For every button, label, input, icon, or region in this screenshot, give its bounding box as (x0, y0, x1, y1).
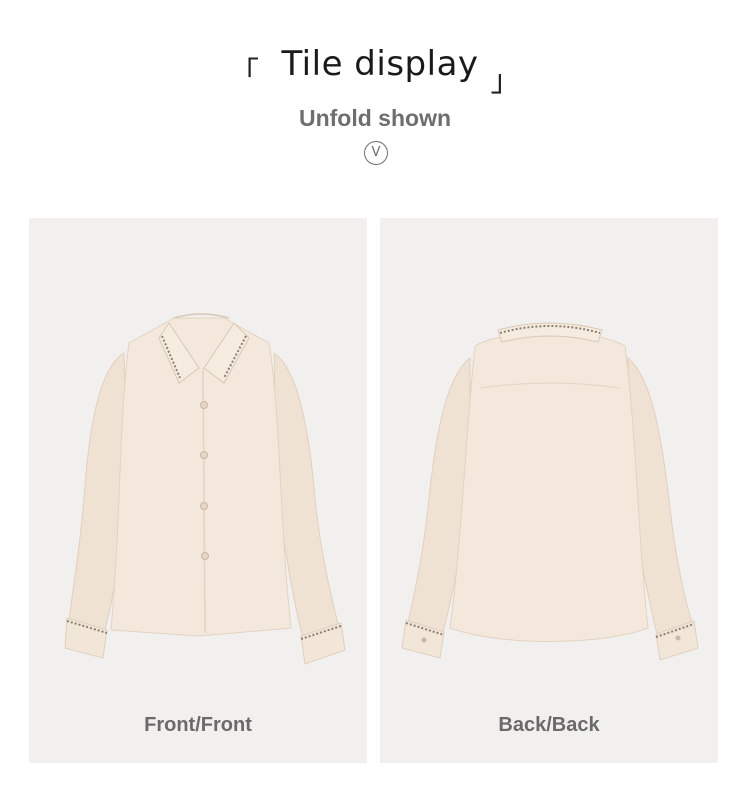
bracket-open: 「 (228, 56, 260, 91)
header: 「 Tile display 」 Unfold shown V (0, 0, 750, 200)
back-caption: Back/Back (498, 714, 600, 736)
back-panel: Back/Back (380, 218, 718, 763)
blouse-front-image (64, 313, 346, 665)
front-caption: Front/Front (144, 714, 252, 736)
blouse-back-image (401, 322, 699, 661)
front-panel: Front/Front (29, 218, 367, 763)
bracket-close: 」 (490, 64, 522, 99)
subtitle: Unfold shown (298, 105, 452, 131)
chevron-down-circle-icon: V (364, 141, 388, 165)
title-row: 「 Tile display 」 (0, 44, 750, 99)
page-title: Tile display (281, 44, 479, 84)
